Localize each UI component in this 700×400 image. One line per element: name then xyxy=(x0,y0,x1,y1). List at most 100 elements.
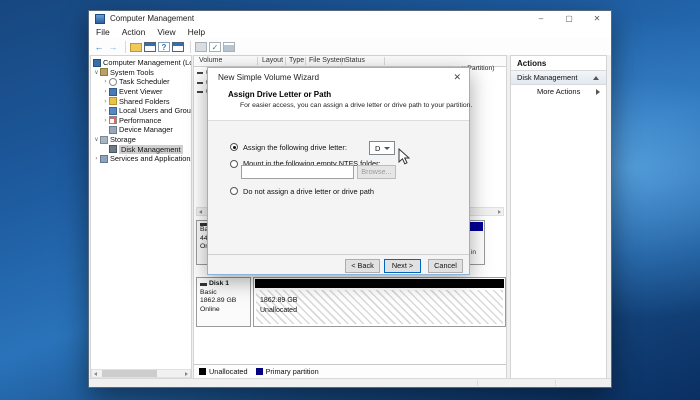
collapse-icon[interactable] xyxy=(593,76,599,80)
close-button[interactable]: ✕ xyxy=(583,11,611,26)
disk1-type: Basic xyxy=(200,288,217,296)
event-viewer-icon xyxy=(109,87,117,96)
partition-state: Unallocated xyxy=(260,307,297,314)
services-icon xyxy=(100,154,108,163)
back-icon[interactable]: ← xyxy=(93,41,105,53)
back-button[interactable]: < Back xyxy=(345,259,380,273)
next-button[interactable]: Next > xyxy=(384,259,421,273)
chevron-down-icon[interactable]: ∨ xyxy=(93,136,100,143)
tree-item-disk-management[interactable]: Disk Management xyxy=(91,144,191,154)
chevron-right-icon[interactable]: › xyxy=(102,78,109,85)
disk1-unallocated-strip[interactable]: 1862.89 GB Unallocated xyxy=(253,277,506,327)
volume-icon xyxy=(197,90,203,93)
disk1-unallocated-band xyxy=(255,279,504,288)
export-folder-icon[interactable] xyxy=(130,43,142,52)
maximize-button[interactable]: ▢ xyxy=(555,11,583,26)
chevron-right-icon[interactable]: › xyxy=(102,98,109,105)
scroll-left-icon[interactable] xyxy=(92,370,101,377)
toolbar-separator xyxy=(125,40,126,53)
tree-horizontal-scrollbar[interactable] xyxy=(91,369,191,378)
drive-letter-dropdown[interactable]: D xyxy=(369,141,395,155)
radio-no-drive-letter[interactable] xyxy=(230,187,238,195)
dialog-close-icon[interactable]: ✕ xyxy=(453,72,461,82)
menu-help[interactable]: Help xyxy=(188,27,205,37)
column-type[interactable]: Type xyxy=(289,57,304,64)
tree-item-local-users-groups[interactable]: › Local Users and Groups xyxy=(91,106,191,116)
forward-icon[interactable]: → xyxy=(107,41,119,53)
disk-icon xyxy=(200,282,207,286)
tree-item-shared-folders[interactable]: › Shared Folders xyxy=(91,96,191,106)
radio-none-label: Do not assign a drive letter or drive pa… xyxy=(243,187,375,196)
menu-view[interactable]: View xyxy=(157,27,175,37)
volume-list-header: Volume Layout Type File System Status xyxy=(194,56,506,67)
wizard-subtitle: For easier access, you can assign a driv… xyxy=(240,102,473,109)
column-volume[interactable]: Volume xyxy=(199,57,222,64)
action-pane-icon[interactable] xyxy=(195,41,207,52)
mount-path-input[interactable] xyxy=(241,165,354,179)
divider xyxy=(208,254,469,255)
dialog-title: New Simple Volume Wizard xyxy=(218,73,320,82)
column-status[interactable]: Status xyxy=(345,57,365,64)
radio-assign-drive-letter[interactable] xyxy=(230,143,238,151)
app-icon xyxy=(95,13,105,24)
menu-action[interactable]: Action xyxy=(122,27,146,37)
scrollbar-thumb[interactable] xyxy=(102,370,157,377)
actions-title: Actions xyxy=(511,56,606,71)
column-layout[interactable]: Layout xyxy=(262,57,283,64)
menu-file[interactable]: File xyxy=(96,27,110,37)
minimize-button[interactable]: – xyxy=(527,11,555,26)
tree-item-performance[interactable]: › Performance xyxy=(91,116,191,126)
tree-item-device-manager[interactable]: Device Manager xyxy=(91,125,191,135)
tree-item-computer-management[interactable]: Computer Management (Local xyxy=(91,58,191,68)
status-bar xyxy=(89,378,611,387)
volume-icon xyxy=(197,81,203,84)
tree-item-task-scheduler[interactable]: › Task Scheduler xyxy=(91,77,191,87)
tools-icon xyxy=(100,68,108,77)
console-window2-icon[interactable] xyxy=(172,41,184,52)
radio-mount-ntfs-folder[interactable] xyxy=(230,160,238,168)
chevron-right-icon[interactable]: › xyxy=(93,155,100,162)
browse-button[interactable]: Browse... xyxy=(357,165,396,179)
tree-item-services-applications[interactable]: › Services and Applications xyxy=(91,154,191,164)
scroll-right-icon[interactable] xyxy=(181,370,190,377)
window-title: Computer Management xyxy=(110,14,195,23)
screen-icon[interactable] xyxy=(223,41,235,52)
more-actions-item[interactable]: More Actions xyxy=(511,85,606,98)
title-bar[interactable]: Computer Management – ▢ ✕ xyxy=(89,11,611,26)
chevron-right-icon[interactable]: › xyxy=(102,117,109,124)
mouse-cursor-icon xyxy=(398,148,410,165)
check-disk-icon[interactable]: ✓ xyxy=(209,41,221,52)
tree-item-system-tools[interactable]: ∨ System Tools xyxy=(91,68,191,78)
chevron-right-icon[interactable]: › xyxy=(102,88,109,95)
partition-size: 1862.89 GB xyxy=(260,297,298,304)
disk1-label-box[interactable]: Disk 1 Basic 1862.89 GB Online xyxy=(196,277,251,327)
tree-item-event-viewer[interactable]: › Event Viewer xyxy=(91,87,191,97)
legend: Unallocated Primary partition xyxy=(194,364,506,378)
chevron-down-icon[interactable]: ∨ xyxy=(93,69,100,76)
drive-letter-value: D xyxy=(375,144,381,153)
legend-primary-partition-label: Primary partition xyxy=(265,367,319,376)
users-icon xyxy=(109,106,117,115)
tree: Computer Management (Local ∨ System Tool… xyxy=(91,58,191,164)
console-window-icon[interactable] xyxy=(144,41,156,52)
actions-section-disk-management[interactable]: Disk Management xyxy=(511,71,606,85)
toolbar-separator2 xyxy=(190,40,191,53)
new-simple-volume-wizard-dialog: New Simple Volume Wizard ✕ Assign Drive … xyxy=(207,67,473,275)
disk1-status: Online xyxy=(200,305,220,313)
device-manager-icon xyxy=(109,125,117,134)
help-icon[interactable]: ? xyxy=(158,41,170,52)
scroll-left-icon[interactable] xyxy=(197,208,206,215)
performance-icon xyxy=(109,116,117,125)
scroll-right-icon[interactable] xyxy=(494,208,503,215)
primary-partition-legend-swatch xyxy=(255,368,263,375)
cancel-button[interactable]: Cancel xyxy=(428,259,463,273)
dialog-title-bar[interactable]: New Simple Volume Wizard ✕ xyxy=(208,68,469,86)
console-tree-panel: Computer Management (Local ∨ System Tool… xyxy=(90,55,192,379)
wizard-body: Assign the following drive letter: D Mou… xyxy=(208,121,469,274)
menu-bar: File Action View Help xyxy=(89,26,611,38)
storage-icon xyxy=(100,135,108,144)
tree-item-storage[interactable]: ∨ Storage xyxy=(91,135,191,145)
actions-panel: Actions Disk Management More Actions xyxy=(510,55,607,379)
chevron-right-icon[interactable]: › xyxy=(102,107,109,114)
radio-assign-label: Assign the following drive letter: xyxy=(243,143,347,152)
